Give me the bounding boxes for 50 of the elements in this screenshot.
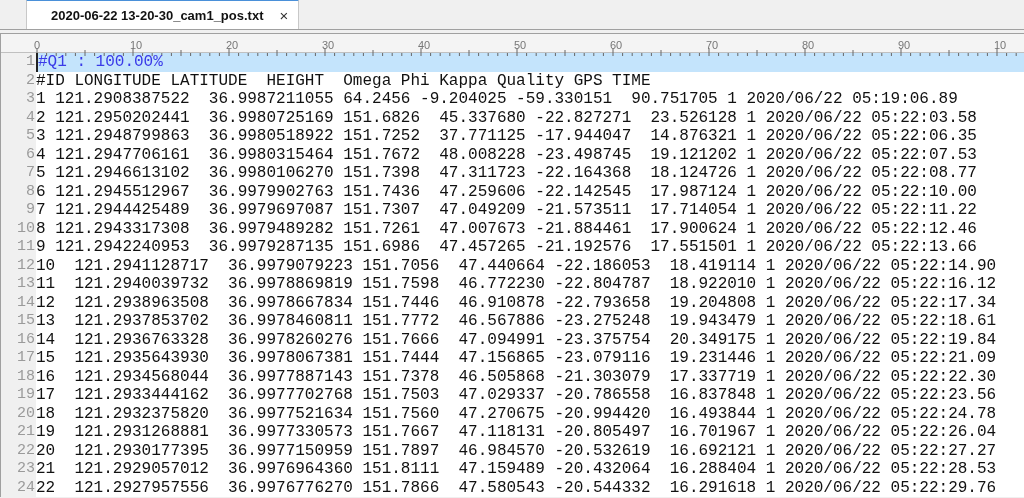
text-line: 1 121.2908387522 36.9987211055 64.2456 -9.204025 -59.330151 90.751705 1 2020/06/22 05:19:06.89: [36, 90, 958, 109]
close-button[interactable]: ×: [279, 6, 289, 24]
text-line: 9 121.2942240953 36.9979287135 151.6986 47.457265 -21.192576 17.551501 1 2020/06/22 05:22:13.66: [36, 238, 977, 257]
ruler-label: 0: [34, 39, 41, 52]
ruler-label: 80: [802, 39, 815, 52]
line-number: 23: [1, 460, 36, 479]
text-line: 21 121.2929057012 36.9976964360 151.8111 47.159489 -20.432064 16.288404 1 2020/06/22 05:22:28.53: [36, 460, 997, 479]
text-line: 5 121.2946613102 36.9980106270 151.7398 47.311723 -22.164368 18.124726 1 2020/06/22 05:22:08.77: [36, 164, 977, 183]
text-line: 20 121.2930177395 36.9977150959 151.7897 46.984570 -20.532619 16.692121 1 2020/06/22 05:22:27.27: [36, 441, 997, 460]
ruler-label: 20: [226, 39, 239, 52]
text-line: 19 121.2931268881 36.9977330573 151.7667 47.118131 -20.805497 16.701967 1 2020/06/22 05:22:26.04: [36, 423, 997, 442]
line-number: 21: [1, 423, 36, 442]
ruler-label: 50: [514, 39, 527, 52]
ruler-label: 30: [322, 39, 335, 52]
ruler-label: 90: [898, 39, 911, 52]
text-line: 15 121.2935643930 36.9978067381 151.7444 47.156865 -23.079116 19.231446 1 2020/06/22 05:22:21.09: [36, 349, 997, 368]
text-line: 11 121.2940039732 36.9978869819 151.7598 46.772230 -22.804787 18.922010 1 2020/06/22 05:22:16.12: [36, 275, 997, 294]
ruler-label: 10: [994, 39, 1007, 52]
text-line: 17 121.2933444162 36.9977702768 151.7503 47.029337 -20.786558 16.837848 1 2020/06/22 05:22:23.56: [36, 386, 997, 405]
text-line: 6 121.2945512967 36.9979902763 151.7436 47.259606 -22.142545 17.987124 1 2020/06/22 05:22:10.00: [36, 182, 977, 201]
tab-title: 2020-06-22 13-20-30_cam1_pos.txt: [51, 7, 264, 23]
text-line: 12 121.2938963508 36.9978667834 151.7446 46.910878 -22.793658 19.204808 1 2020/06/22 05:22:17.34: [36, 293, 997, 312]
ruler-label: 10: [130, 39, 143, 52]
text-line: 8 121.2943317308 36.9979489282 151.7261 47.007673 -21.884461 17.900624 1 2020/06/22 05:22:12.46: [36, 219, 977, 238]
line-number: 17: [1, 349, 36, 368]
text-line: #Q1 : 100.00%: [36, 53, 163, 72]
ruler-label: 60: [610, 39, 623, 52]
text-line: 10 121.2941128717 36.9979079223 151.7056 47.440664 -22.186053 18.419114 1 2020/06/22 05:22:14.90: [36, 256, 997, 275]
text-line: 13 121.2937853702 36.9978460811 151.7772 46.567886 -23.275248 19.943479 1 2020/06/22 05:22:18.61: [36, 312, 997, 331]
text-line: 18 121.2932375820 36.9977521634 151.7560 47.270675 -20.994420 16.493844 1 2020/06/22 05:22:24.78: [36, 404, 997, 423]
ruler-label: 70: [706, 39, 719, 52]
line-number: 9: [1, 201, 36, 220]
text-line: 16 121.2934568044 36.9977887143 151.7378 46.505868 -21.303079 17.337719 1 2020/06/22 05:22:22.30: [36, 367, 997, 386]
line-number: 1: [1, 53, 36, 72]
line-number: 11: [1, 238, 36, 257]
text-line: 7 121.2944425489 36.9979697087 151.7307 47.049209 -21.573511 17.714054 1 2020/06/22 05:22:11.22: [36, 201, 977, 220]
line-number: 13: [1, 275, 36, 294]
line-number: 5: [1, 127, 36, 146]
line-number: 15: [1, 312, 36, 331]
text-line: 2 121.2950202441 36.9980725169 151.6826 45.337680 -22.827271 23.526128 1 2020/06/22 05:22:03.58: [36, 108, 977, 127]
text-line: #ID LONGITUDE LATITUDE HEIGHT Omega Phi Kappa Quality GPS TIME: [36, 71, 651, 90]
text-line: 3 121.2948799863 36.9980518922 151.7252 37.771125 -17.944047 14.876321 1 2020/06/22 05:22:06.35: [36, 127, 977, 146]
line-number: 19: [1, 386, 36, 405]
line-number: 7: [1, 164, 36, 183]
line-number: 3: [1, 90, 36, 109]
text-line: 4 121.2947706161 36.9980315464 151.7672 48.008228 -23.498745 19.121202 1 2020/06/22 05:22:07.53: [36, 145, 977, 164]
text-line: 22 121.2927957556 36.9976776270 151.7866 47.580543 -20.544332 16.291618 1 2020/06/22 05:22:29.76: [36, 478, 997, 497]
file-tab[interactable]: 2020-06-22 13-20-30_cam1_pos.txt ×: [26, 0, 300, 29]
ruler-label: 40: [418, 39, 431, 52]
text-line: 14 121.2936763328 36.9978260276 151.7666 47.094991 -23.375754 20.349175 1 2020/06/22 05:22:19.84: [36, 330, 997, 349]
